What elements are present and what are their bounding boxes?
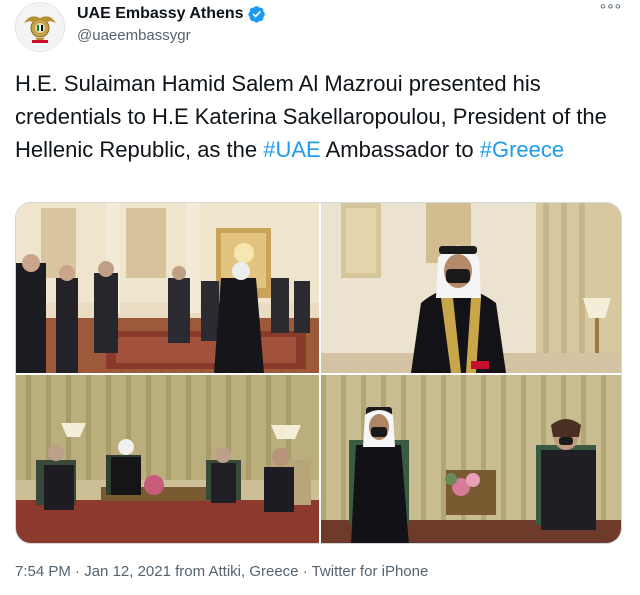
uae-emblem-icon <box>24 16 56 43</box>
verified-badge-icon <box>247 6 265 23</box>
tweet-time-link[interactable]: 7:54 PM <box>15 563 71 580</box>
account-handle[interactable]: @uaeembassygr <box>77 27 191 44</box>
tweet-source-link[interactable]: Twitter for iPhone <box>312 563 429 580</box>
separator: · <box>75 563 81 580</box>
account-name-row[interactable]: UAE Embassy Athens <box>77 5 266 23</box>
separator: · <box>302 563 308 580</box>
hashtag-greece-link[interactable]: #Greece <box>480 137 564 162</box>
tweet-metadata: 7:54 PM · Jan 12, 2021 from Attiki, Gree… <box>15 563 428 580</box>
display-name[interactable]: UAE Embassy Athens <box>77 5 244 23</box>
media-grid <box>15 202 622 544</box>
tweet-text: H.E. Sulaiman Hamid Salem Al Mazroui pre… <box>15 67 620 166</box>
hashtag-uae-link[interactable]: #UAE <box>263 137 320 162</box>
ceremony-hall-photo[interactable] <box>16 203 319 373</box>
ambassador-portrait-photo[interactable] <box>321 203 621 373</box>
meeting-closeup-photo[interactable] <box>321 375 621 543</box>
tweet-date-link[interactable]: Jan 12, 2021 <box>84 563 171 580</box>
tweet-text-part: Ambassador to <box>320 137 480 162</box>
more-options-icon[interactable]: °°° <box>600 2 622 20</box>
meeting-wide-photo[interactable] <box>16 375 319 543</box>
tweet-card: UAE Embassy Athens @uaeembassygr °°° H.E… <box>0 0 640 595</box>
tweet-location: from Attiki, Greece <box>175 563 299 580</box>
avatar[interactable] <box>15 2 65 52</box>
